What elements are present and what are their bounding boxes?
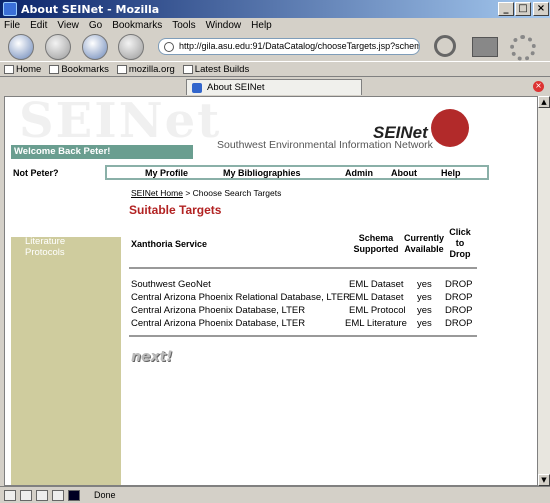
- status-text: Done: [94, 490, 116, 500]
- table-divider-top: [129, 267, 477, 269]
- page-icon: [116, 64, 127, 74]
- forward-icon[interactable]: [45, 34, 71, 60]
- menu-bar: File Edit View Go Bookmarks Tools Window…: [0, 18, 550, 33]
- left-sidebar: [11, 237, 121, 485]
- composer-icon[interactable]: [36, 489, 48, 501]
- breadcrumb: SEINet Home > Choose Search Targets: [131, 188, 281, 198]
- navigator-icon[interactable]: [4, 489, 16, 501]
- bookmark-home[interactable]: Home: [4, 64, 41, 75]
- status-bar: Done: [0, 486, 550, 503]
- row4-schema: EML Literature: [345, 318, 407, 329]
- bookmark-bookmarks[interactable]: Bookmarks: [49, 64, 109, 75]
- bookmark-latest-builds[interactable]: Latest Builds: [182, 64, 249, 75]
- globe-icon: [164, 42, 174, 52]
- menu-view[interactable]: View: [57, 20, 79, 31]
- sidebar-link-literature[interactable]: Literature: [25, 236, 65, 247]
- menu-go[interactable]: Go: [89, 20, 102, 31]
- row1-service: Southwest GeoNet: [131, 279, 211, 290]
- bookmark-mozilla[interactable]: mozilla.org: [116, 64, 175, 75]
- throbber-icon: [510, 35, 536, 61]
- row1-available: yes: [417, 279, 432, 290]
- title-bar: About SEINet - Mozilla _ □ ×: [0, 0, 550, 18]
- site-nav: My Profile My Bibliographies Admin About…: [105, 165, 489, 180]
- page-content: SEINet SEINet Welcome Back Peter! Southw…: [4, 96, 538, 486]
- seinet-logo: [431, 109, 469, 147]
- tab-bar: About SEINet ×: [0, 78, 550, 95]
- nav-help[interactable]: Help: [441, 168, 461, 178]
- next-button[interactable]: next!: [131, 349, 173, 365]
- row2-drop[interactable]: DROP: [445, 292, 472, 303]
- menu-help[interactable]: Help: [251, 20, 272, 31]
- chat-icon[interactable]: [68, 489, 80, 501]
- url-text: http://gila.asu.edu:91/DataCatalog/choos…: [179, 41, 420, 51]
- table-divider-bottom: [129, 335, 477, 337]
- nav-my-bibliographies[interactable]: My Bibliographies: [223, 168, 301, 178]
- bookmark-icon: [49, 64, 60, 74]
- row4-drop[interactable]: DROP: [445, 318, 472, 329]
- menu-tools[interactable]: Tools: [172, 20, 195, 31]
- back-icon[interactable]: [8, 34, 34, 60]
- row2-schema: EML Dataset: [349, 292, 404, 303]
- vertical-scrollbar[interactable]: ▲ ▼: [538, 96, 550, 486]
- tab-about-seinet[interactable]: About SEINet: [186, 79, 362, 95]
- page-icon: [192, 83, 202, 93]
- tab-label: About SEINet: [207, 82, 265, 93]
- header-schema: Schema Supported: [353, 233, 399, 254]
- header-drop: Click to Drop: [449, 227, 471, 259]
- sidebar-heading: Research: [17, 213, 65, 225]
- personal-toolbar: Home Bookmarks mozilla.org Latest Builds: [0, 61, 550, 77]
- mozilla-icon: [3, 2, 17, 16]
- row4-service: Central Arizona Phoenix Database, LTER: [131, 318, 306, 329]
- menu-window[interactable]: Window: [206, 20, 242, 31]
- nav-about[interactable]: About: [391, 168, 417, 178]
- navigation-toolbar: http://gila.asu.edu:91/DataCatalog/choos…: [0, 33, 550, 61]
- row2-available: yes: [417, 292, 432, 303]
- close-button[interactable]: ×: [533, 2, 549, 16]
- network-name: Southwest Environmental Information Netw…: [217, 139, 433, 151]
- header-available: Currently Available: [403, 233, 444, 254]
- maximize-button[interactable]: □: [515, 2, 531, 16]
- welcome-message: Welcome Back Peter!: [11, 145, 193, 159]
- nav-my-profile[interactable]: My Profile: [145, 168, 188, 178]
- print-icon[interactable]: [472, 37, 498, 57]
- header-service: Xanthoria Service: [131, 239, 208, 249]
- addressbook-icon[interactable]: [52, 489, 64, 501]
- row4-available: yes: [417, 318, 432, 329]
- page-title: Suitable Targets: [129, 203, 222, 217]
- page-icon: [182, 64, 193, 74]
- minimize-button[interactable]: _: [498, 2, 514, 16]
- scroll-down-icon[interactable]: ▼: [538, 474, 550, 486]
- breadcrumb-home[interactable]: SEINet Home: [131, 188, 183, 198]
- stop-icon[interactable]: [118, 34, 144, 60]
- watermark-text: SEINet: [19, 96, 222, 149]
- menu-edit[interactable]: Edit: [30, 20, 47, 31]
- mail-icon[interactable]: [20, 489, 32, 501]
- menu-file[interactable]: File: [4, 20, 20, 31]
- reload-icon[interactable]: [82, 34, 108, 60]
- url-field[interactable]: http://gila.asu.edu:91/DataCatalog/choos…: [158, 38, 420, 55]
- row3-schema: EML Protocol: [349, 305, 406, 316]
- nav-admin[interactable]: Admin: [345, 168, 373, 178]
- row1-schema: EML Dataset: [349, 279, 404, 290]
- breadcrumb-current: Choose Search Targets: [192, 188, 282, 198]
- sidebar-link-protocols[interactable]: Protocols: [25, 247, 65, 258]
- menu-bookmarks[interactable]: Bookmarks: [112, 20, 162, 31]
- close-tab-icon[interactable]: ×: [533, 81, 544, 92]
- home-icon: [4, 64, 14, 74]
- row3-service: Central Arizona Phoenix Database, LTER: [131, 305, 306, 316]
- row1-drop[interactable]: DROP: [445, 279, 472, 290]
- row3-available: yes: [417, 305, 432, 316]
- row3-drop[interactable]: DROP: [445, 305, 472, 316]
- row2-service: Central Arizona Phoenix Relational Datab…: [131, 292, 350, 303]
- not-user-link[interactable]: Not Peter?: [13, 168, 59, 178]
- breadcrumb-sep: >: [182, 188, 193, 198]
- window-title: About SEINet - Mozilla: [21, 2, 160, 16]
- search-icon[interactable]: [434, 35, 456, 57]
- sidebar-link-datasets[interactable]: Datasets: [25, 225, 63, 236]
- scroll-up-icon[interactable]: ▲: [538, 96, 550, 108]
